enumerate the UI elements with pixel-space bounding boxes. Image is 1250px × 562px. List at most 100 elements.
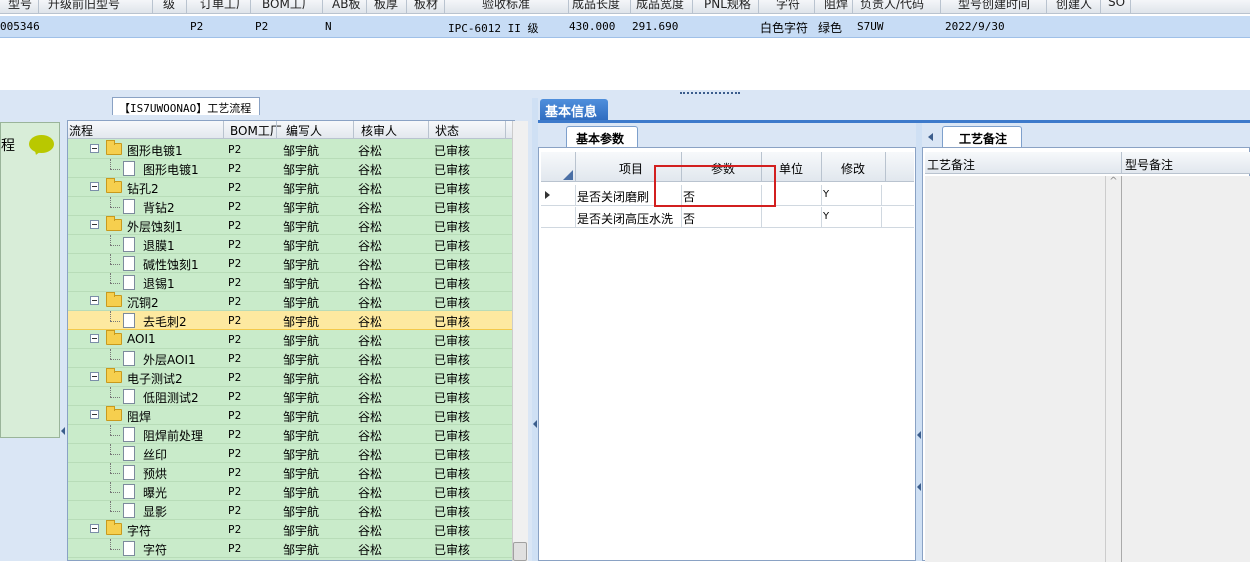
tab-basic-params[interactable]: 基本参数 (566, 126, 638, 147)
col-header-status[interactable]: 状态 (435, 122, 459, 139)
param-row[interactable]: 是否关闭高压水洗 否 Y (541, 207, 914, 228)
tab-process-notes[interactable]: 工艺备注 (942, 126, 1022, 147)
tree-cell-bom: P2 (228, 409, 242, 422)
collapse-toggle-icon[interactable] (90, 220, 99, 229)
tree-node-label: 退锡1 (143, 277, 175, 291)
param-modify: Y (823, 211, 830, 222)
cell-order-factory: P2 (190, 20, 204, 33)
folder-icon (106, 330, 122, 345)
document-icon (123, 427, 135, 442)
tree-row[interactable]: 预烘 P2 邹宇航 谷松 已审核 (68, 463, 513, 482)
tree-row[interactable]: 图形电镀1 P2 邹宇航 谷松 已审核 (68, 159, 513, 178)
tree-row[interactable]: 外层AOI1 P2 邹宇航 谷松 已审核 (68, 349, 513, 368)
col-header-item[interactable]: 项目 (619, 160, 643, 177)
collapse-toggle-icon[interactable] (90, 524, 99, 533)
collapse-note-icon[interactable] (926, 131, 938, 143)
col-header[interactable]: 型号 (8, 0, 32, 12)
col-header-unit[interactable]: 单位 (779, 160, 803, 177)
tree-row[interactable]: 显影 P2 邹宇航 谷松 已审核 (68, 501, 513, 520)
col-header[interactable]: PNL规格 (704, 0, 751, 12)
col-header[interactable]: SO (1108, 0, 1125, 9)
collapse-toggle-icon[interactable] (90, 144, 99, 153)
collapse-toggle-icon[interactable] (90, 334, 99, 343)
tree-row[interactable]: 背钻2 P2 邹宇航 谷松 已审核 (68, 197, 513, 216)
col-header-writer[interactable]: 编写人 (286, 122, 322, 139)
tree-cell-writer: 邹宇航 (283, 239, 320, 253)
col-header-process[interactable]: 流程 (69, 122, 93, 139)
tree-cell-bom: P2 (228, 523, 242, 536)
tree-row[interactable]: 图形电镀1 P2 邹宇航 谷松 已审核 (68, 140, 513, 159)
tree-row[interactable]: 字符 P2 邹宇航 谷松 已审核 (68, 520, 513, 539)
col-header[interactable]: 成品宽度 (636, 0, 684, 12)
model-note-field[interactable] (1121, 176, 1250, 562)
tree-row[interactable]: 曝光 P2 邹宇航 谷松 已审核 (68, 482, 513, 501)
tree-row[interactable]: 阻焊 P2 邹宇航 谷松 已审核 (68, 406, 513, 425)
tree-cell-reviewer: 谷松 (358, 239, 383, 253)
model-grid: 型号 升级前旧型号 级 订单工厂 BOM工厂 AB板 板厚 板材 验收标准 成品… (0, 0, 1250, 90)
tree-row[interactable]: 钻孔2 P2 邹宇航 谷松 已审核 (68, 178, 513, 197)
col-header[interactable]: 型号创建时间 (958, 0, 1030, 12)
tab-basic-info[interactable]: 基本信息 (540, 99, 608, 121)
process-note-field[interactable] (925, 176, 1121, 562)
collapse-left-icon[interactable] (61, 425, 66, 437)
side-panel-lower (0, 438, 60, 561)
tree-row[interactable]: 沉铜2 P2 邹宇航 谷松 已审核 (68, 292, 513, 311)
tree-row[interactable]: 电子测试2 P2 邹宇航 谷松 已审核 (68, 368, 513, 387)
tree-node-label: 预烘 (143, 467, 168, 481)
col-header-bom[interactable]: BOM工厂 (230, 122, 282, 139)
tree-cell-status: 已审核 (434, 334, 471, 348)
tree-row[interactable]: 退锡1 P2 邹宇航 谷松 已审核 (68, 273, 513, 292)
tree-cell-writer: 邹宇航 (283, 315, 320, 329)
tree-scrollbar-thumb[interactable] (513, 542, 527, 561)
tree-row[interactable]: 阻焊前处理 P2 邹宇航 谷松 已审核 (68, 425, 513, 444)
model-grid-header: 型号 升级前旧型号 级 订单工厂 BOM工厂 AB板 板厚 板材 验收标准 成品… (0, 0, 1250, 14)
note-scrollbar[interactable]: ^ (1105, 176, 1121, 562)
tree-row[interactable]: 退膜1 P2 邹宇航 谷松 已审核 (68, 235, 513, 254)
col-header-process-note[interactable]: 工艺备注 (927, 156, 975, 173)
document-icon (123, 199, 135, 214)
col-header[interactable]: BOM工厂 (262, 0, 314, 12)
tree-row[interactable]: 碱性蚀刻1 P2 邹宇航 谷松 已审核 (68, 254, 513, 273)
document-icon (123, 351, 135, 366)
tree-cell-writer: 邹宇航 (283, 144, 320, 158)
splitter-grip-icon[interactable] (680, 92, 740, 96)
collapse-toggle-icon[interactable] (90, 372, 99, 381)
document-icon (123, 389, 135, 404)
tree-cell-bom: P2 (228, 314, 242, 327)
col-header[interactable]: 创建人 (1056, 0, 1092, 12)
chat-bubble-icon[interactable] (29, 135, 54, 153)
tree-row[interactable]: 字符 P2 邹宇航 谷松 已审核 (68, 539, 513, 558)
col-header[interactable]: 订单工厂 (200, 0, 248, 12)
folder-icon (106, 178, 122, 193)
col-header-model-note[interactable]: 型号备注 (1125, 156, 1173, 173)
col-header[interactable]: 成品长度 (572, 0, 620, 12)
tree-scrollbar[interactable] (512, 121, 528, 561)
collapse-toggle-icon[interactable] (90, 296, 99, 305)
tree-node-label: 低阻测试2 (143, 391, 199, 405)
col-header-modify[interactable]: 修改 (841, 160, 865, 177)
tree-row[interactable]: AOI1 P2 邹宇航 谷松 已审核 (68, 330, 513, 349)
cell-created: 2022/9/30 (945, 20, 1005, 33)
collapse-toggle-icon[interactable] (90, 410, 99, 419)
col-header[interactable]: 字符 (776, 0, 800, 12)
tree-row[interactable]: 去毛刺2 P2 邹宇航 谷松 已审核 (68, 311, 513, 330)
col-header[interactable]: 板厚 (374, 0, 398, 12)
cell-ab: N (325, 20, 332, 33)
model-grid-row-selected[interactable]: 005346 P2 P2 N IPC-6012 II 级 430.000 291… (0, 16, 1250, 38)
col-header[interactable]: 升级前旧型号 (48, 0, 120, 12)
col-header[interactable]: 负责人/代码 (860, 0, 924, 12)
col-header[interactable]: 板材 (414, 0, 438, 12)
tree-cell-status: 已审核 (434, 429, 471, 443)
tree-cell-bom: P2 (228, 257, 242, 270)
tree-row[interactable]: 低阻测试2 P2 邹宇航 谷松 已审核 (68, 387, 513, 406)
collapse-toggle-icon[interactable] (90, 182, 99, 191)
col-header-reviewer[interactable]: 核审人 (361, 122, 397, 139)
process-flow-tab[interactable]: 【IS7UWOONAO】工艺流程 (112, 97, 260, 115)
col-header[interactable]: AB板 (332, 0, 360, 12)
tree-row[interactable]: 丝印 P2 邹宇航 谷松 已审核 (68, 444, 513, 463)
tree-cell-status: 已审核 (434, 353, 471, 367)
col-header[interactable]: 验收标准 (482, 0, 530, 12)
tree-row[interactable]: 外层蚀刻1 P2 邹宇航 谷松 已审核 (68, 216, 513, 235)
col-header[interactable]: 级 (163, 0, 175, 12)
col-header[interactable]: 阻焊 (824, 0, 848, 12)
